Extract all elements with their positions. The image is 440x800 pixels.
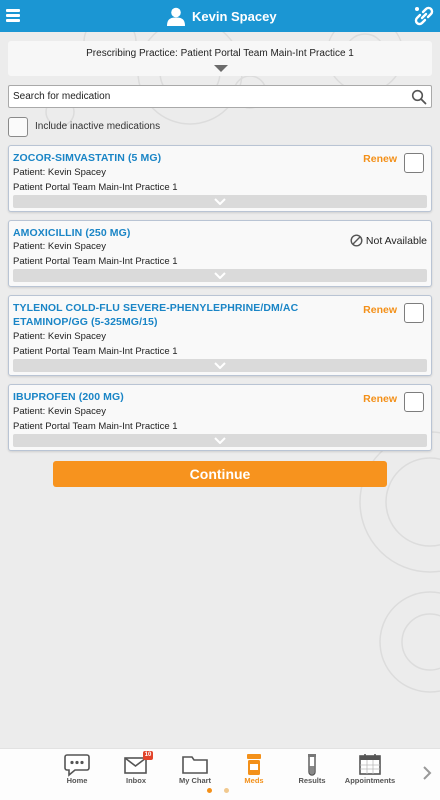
medication-card: IBUPROFEN (200 MG) Patient: Kevin Spacey… — [8, 384, 432, 451]
bottom-nav: Home 10 Inbox My Chart Meds Results Appo… — [0, 748, 440, 800]
top-bar: Kevin Spacey — [0, 0, 440, 32]
caret-down-icon — [214, 65, 228, 72]
not-available-text: Not Available — [365, 234, 427, 247]
user-icon — [167, 7, 185, 26]
nav-label: Appointments — [344, 776, 396, 785]
nav-item-my-chart[interactable]: My Chart — [165, 751, 225, 787]
medication-practice: Patient Portal Team Main-Int Practice 1 — [13, 421, 178, 432]
chevron-down-icon — [214, 198, 226, 205]
menu-icon-bar — [6, 9, 20, 12]
expand-button[interactable] — [13, 359, 427, 372]
medication-name: ZOCOR-SIMVASTATIN (5 MG) — [13, 152, 162, 164]
renew-checkbox[interactable] — [404, 303, 424, 323]
menu-button[interactable] — [4, 6, 22, 26]
nav-label: My Chart — [178, 776, 212, 785]
menu-icon-bar — [6, 14, 20, 17]
search-box — [8, 85, 432, 108]
medication-name: TYLENOL COLD-FLU SEVERE-PHENYLEPHRINE/DM… — [13, 301, 333, 329]
chevron-down-icon — [214, 362, 226, 369]
calendar-icon — [359, 754, 381, 775]
expand-button[interactable] — [13, 195, 427, 208]
chat-bubble-icon — [64, 754, 90, 777]
medication-card: TYLENOL COLD-FLU SEVERE-PHENYLEPHRINE/DM… — [8, 295, 432, 376]
medication-practice: Patient Portal Team Main-Int Practice 1 — [13, 182, 178, 193]
medication-practice: Patient Portal Team Main-Int Practice 1 — [13, 346, 178, 357]
user-switcher[interactable]: Kevin Spacey — [166, 5, 277, 27]
search-input[interactable] — [13, 88, 403, 105]
nav-item-meds[interactable]: Meds — [224, 751, 284, 787]
nav-item-inbox[interactable]: 10 Inbox — [106, 751, 166, 787]
nav-label: Home — [66, 776, 88, 785]
medication-card: ZOCOR-SIMVASTATIN (5 MG) Patient: Kevin … — [8, 145, 432, 212]
not-available-icon — [350, 234, 363, 247]
renew-label: Renew — [363, 304, 397, 316]
page-dots — [207, 788, 241, 793]
not-available-status: Not Available — [350, 234, 427, 247]
medication-name: IBUPROFEN (200 MG) — [13, 391, 124, 403]
test-tube-icon — [308, 754, 316, 776]
medication-patient: Patient: Kevin Spacey — [13, 406, 106, 417]
renew-label: Renew — [363, 153, 397, 165]
folder-icon — [182, 756, 208, 774]
nav-label: Meds — [244, 776, 264, 785]
medication-patient: Patient: Kevin Spacey — [13, 241, 106, 252]
include-inactive-label: Include inactive medications — [35, 121, 161, 132]
nav-label: Inbox — [126, 776, 146, 785]
page-dot — [224, 788, 229, 793]
nav-item-appointments[interactable]: Appointments — [340, 751, 400, 787]
include-inactive-checkbox[interactable] — [8, 117, 28, 137]
page-dot-active — [207, 788, 212, 793]
link-icon[interactable] — [412, 4, 436, 28]
nav-item-home[interactable]: Home — [47, 751, 107, 787]
menu-icon-bar — [6, 19, 20, 22]
renew-checkbox[interactable] — [404, 392, 424, 412]
practice-label: Prescribing Practice: Patient Portal Tea… — [86, 48, 354, 59]
medication-patient: Patient: Kevin Spacey — [13, 331, 106, 342]
medication-card: AMOXICILLIN (250 MG) Patient: Kevin Spac… — [8, 220, 432, 287]
renew-label: Renew — [363, 393, 397, 405]
chevron-right-icon[interactable] — [421, 765, 433, 781]
pill-bottle-icon — [247, 754, 261, 775]
practice-selector[interactable]: Prescribing Practice: Patient Portal Tea… — [8, 41, 432, 76]
continue-button[interactable]: Continue — [53, 461, 387, 487]
medication-patient: Patient: Kevin Spacey — [13, 167, 106, 178]
medication-name: AMOXICILLIN (250 MG) — [13, 227, 131, 239]
inbox-badge: 10 — [143, 751, 153, 760]
medication-name-line: ETAMINOP/GG (5-325MG/15) — [13, 316, 158, 328]
chevron-down-icon — [214, 437, 226, 444]
medication-name-line: TYLENOL COLD-FLU SEVERE-PHENYLEPHRINE/DM… — [13, 302, 299, 314]
nav-label: Results — [298, 776, 326, 785]
medication-practice: Patient Portal Team Main-Int Practice 1 — [13, 256, 178, 267]
expand-button[interactable] — [13, 434, 427, 447]
renew-checkbox[interactable] — [404, 153, 424, 173]
nav-item-results[interactable]: Results — [282, 751, 342, 787]
search-icon[interactable] — [411, 89, 427, 105]
chevron-down-icon — [214, 272, 226, 279]
expand-button[interactable] — [13, 269, 427, 282]
user-name: Kevin Spacey — [192, 8, 277, 24]
